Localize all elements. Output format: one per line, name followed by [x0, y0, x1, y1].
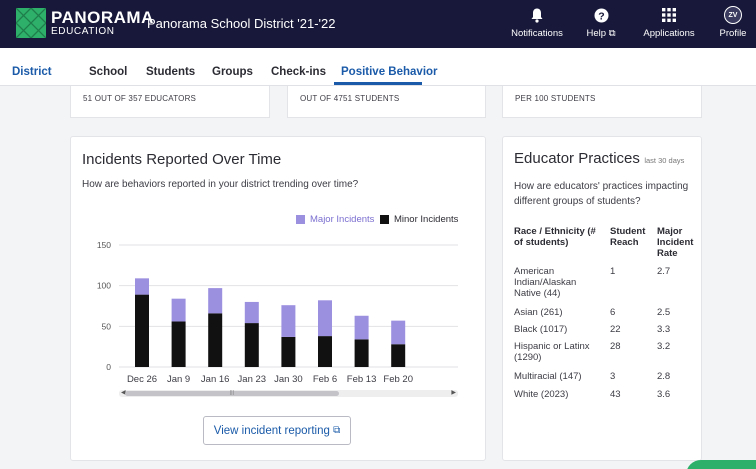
table-cell-race: Asian (261) — [514, 307, 563, 318]
tab-groups[interactable]: Groups — [212, 66, 253, 78]
external-link-icon: ⧉ — [333, 425, 341, 436]
summary-educators-text: 51 OUT OF 357 EDUCATORS — [83, 94, 197, 103]
table-cell-rate: 2.7 — [657, 266, 671, 277]
table-cell-rate: 3.3 — [657, 324, 671, 335]
tab-check-ins[interactable]: Check-ins — [271, 66, 326, 78]
summary-students-text: OUT OF 4751 STUDENTS — [300, 94, 400, 103]
table-cell-reach: 3 — [610, 371, 616, 382]
table-cell-rate: 2.8 — [657, 371, 671, 382]
col-header-race: Race / Ethnicity (# of students) — [514, 226, 596, 248]
table-cell-reach: 28 — [610, 341, 621, 352]
practices-subtitle: How are educators' practices impacting d… — [514, 181, 689, 207]
incidents-subtitle: How are behaviors reported in your distr… — [82, 179, 359, 190]
avatar: ZV — [724, 6, 742, 24]
panorama-logo[interactable]: PANORAMA EDUCATION — [16, 8, 154, 38]
grid-icon — [662, 5, 676, 25]
notifications-button[interactable]: Notifications — [504, 0, 570, 48]
tab-students[interactable]: Students — [146, 66, 195, 78]
help-button[interactable]: ? Help ⧉ — [578, 0, 624, 48]
logo-mark-icon — [16, 8, 46, 38]
table-cell-reach: 6 — [610, 307, 616, 318]
view-incident-reporting-button[interactable]: View incident reporting ⧉ — [203, 416, 351, 445]
table-cell-rate: 2.5 — [657, 307, 671, 318]
table-cell-reach: 43 — [610, 389, 621, 400]
legend-major-swatch — [296, 215, 305, 224]
legend-minor[interactable]: Minor Incidents — [380, 214, 458, 225]
scroll-right-arrow-icon[interactable]: ▶ — [451, 390, 456, 397]
district-title[interactable]: Panorama School District '21-'22 — [147, 16, 336, 31]
help-chat-button[interactable] — [686, 460, 756, 469]
help-icon: ? — [594, 5, 609, 25]
applications-button[interactable]: Applications — [632, 0, 706, 48]
scroll-thumb[interactable]: ||| — [125, 391, 339, 396]
tab-bar: District School Students Groups Check-in… — [0, 48, 756, 86]
table-cell-race: Multiracial (147) — [514, 371, 582, 382]
notifications-label: Notifications — [511, 28, 563, 39]
col-header-rate: Major Incident Rate — [657, 226, 694, 259]
incidents-title: Incidents Reported Over Time — [82, 151, 282, 168]
table-cell-race: Black (1017) — [514, 324, 568, 335]
chart-scrollbar[interactable]: ◀ ||| ▶ — [119, 390, 458, 397]
grip-icon: ||| — [230, 390, 234, 396]
logo-subname: EDUCATION — [51, 26, 115, 37]
tab-school[interactable]: School — [89, 66, 127, 78]
summary-card-students: OUT OF 4751 STUDENTS — [287, 86, 486, 118]
top-bar: PANORAMA EDUCATION Panorama School Distr… — [0, 0, 756, 48]
logo-name: PANORAMA — [51, 8, 154, 27]
table-cell-reach: 22 — [610, 324, 621, 335]
profile-label: Profile — [719, 28, 747, 39]
table-cell-rate: 3.6 — [657, 389, 671, 400]
table-cell-reach: 1 — [610, 266, 616, 277]
table-cell-rate: 3.2 — [657, 341, 671, 352]
tab-district[interactable]: District — [12, 66, 52, 78]
summary-card-rate: PER 100 STUDENTS — [502, 86, 702, 118]
table-cell-race: Hispanic or Latinx (1290) — [514, 341, 590, 363]
profile-button[interactable]: ZV Profile — [710, 0, 756, 48]
summary-rate-text: PER 100 STUDENTS — [515, 94, 596, 103]
tab-positive-behavior[interactable]: Positive Behavior — [341, 66, 438, 78]
bell-icon — [531, 5, 543, 25]
legend-minor-label: Minor Incidents — [394, 214, 459, 225]
summary-card-educators: 51 OUT OF 357 EDUCATORS — [70, 86, 270, 118]
practices-title-note: last 30 days — [644, 156, 685, 165]
external-link-icon: ⧉ — [608, 28, 616, 39]
active-tab-indicator — [334, 82, 422, 85]
svg-text:?: ? — [598, 10, 604, 22]
help-label: Help — [586, 28, 607, 39]
legend-minor-swatch — [380, 215, 389, 224]
applications-label: Applications — [643, 28, 695, 39]
table-cell-race: White (2023) — [514, 389, 569, 400]
view-incident-reporting-label: View incident reporting — [213, 424, 330, 437]
table-cell-race: American Indian/Alaskan Native (44) — [514, 266, 577, 299]
col-header-reach: Student Reach — [610, 226, 646, 248]
legend-major[interactable]: Major Incidents — [296, 214, 374, 225]
legend-major-label: Major Incidents — [310, 214, 375, 225]
practices-title: Educator Practices — [514, 150, 640, 167]
